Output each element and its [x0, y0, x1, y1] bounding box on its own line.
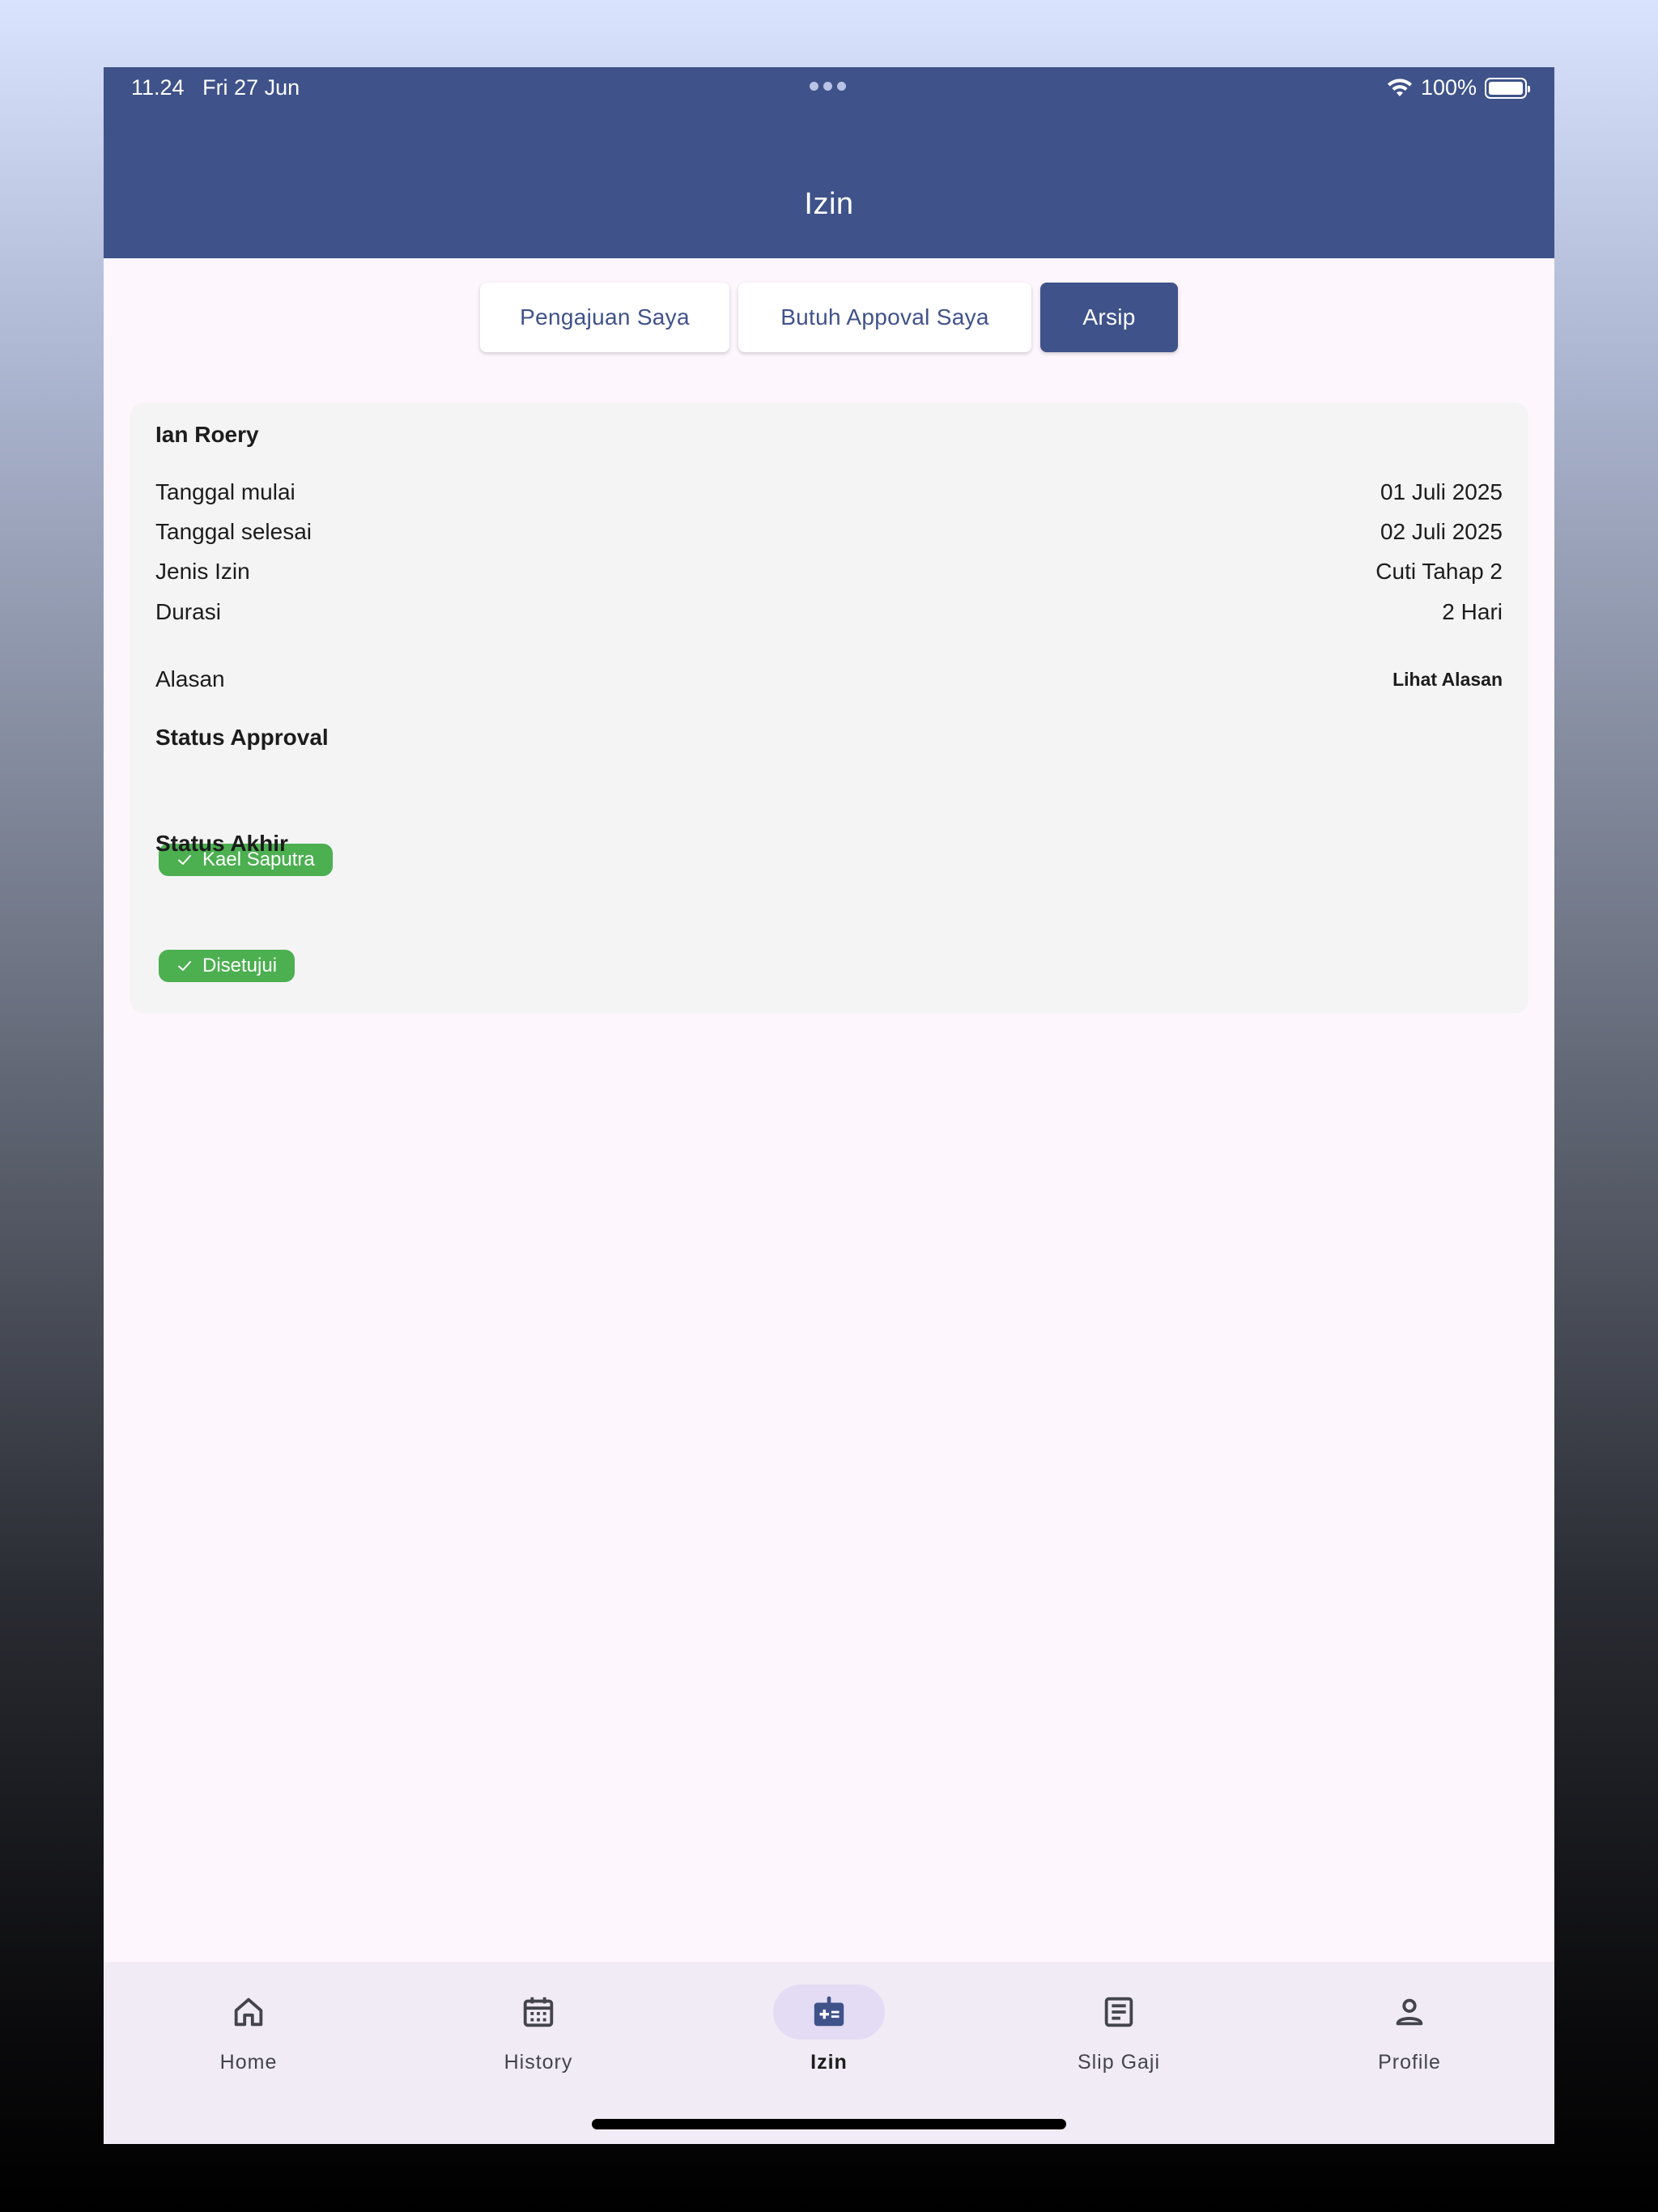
check-icon — [178, 961, 191, 971]
view-reason-button[interactable]: Lihat Alasan — [1392, 669, 1503, 691]
detail-row-leave-type: Jenis Izin Cuti Tahap 2 — [155, 559, 1503, 585]
detail-value: 01 Juli 2025 — [1380, 479, 1503, 504]
calendar-icon — [523, 1997, 554, 2027]
bottom-navigation: Home History Izin Slip Gaji Profile — [104, 1962, 1554, 2144]
final-status-text: Disetujui — [202, 955, 278, 976]
leave-request-card: Ian Roery Tanggal mulai 01 Juli 2025 Tan… — [130, 402, 1528, 1014]
detail-label: Tanggal mulai — [155, 479, 295, 504]
wifi-icon — [1387, 78, 1412, 96]
final-status-chip: Disetujui — [159, 950, 295, 982]
page-title: Izin — [804, 187, 854, 221]
detail-label: Durasi — [155, 599, 221, 624]
app-header: 11.24 Fri 27 Jun 100% Izin — [104, 67, 1554, 258]
detail-label: Jenis Izin — [155, 559, 250, 584]
detail-row-duration: Durasi 2 Hari — [155, 599, 1503, 625]
multitasking-dots-icon[interactable] — [810, 82, 846, 91]
nav-label: History — [504, 2051, 573, 2074]
status-bar-right: 100% — [1387, 75, 1530, 100]
person-icon — [1396, 1998, 1423, 2026]
status-time: 11.24 — [131, 75, 185, 100]
nav-label: Home — [219, 2051, 278, 2074]
nav-label: Izin — [810, 2051, 848, 2074]
document-icon — [1104, 1997, 1133, 2027]
status-date: Fri 27 Jun — [202, 75, 300, 100]
detail-value: 02 Juli 2025 — [1380, 519, 1503, 544]
approval-status-title: Status Approval — [155, 725, 329, 750]
tab-butuh-approval-saya[interactable]: Butuh Appoval Saya — [738, 283, 1031, 352]
battery-percentage: 100% — [1420, 75, 1477, 100]
employee-name: Ian Roery — [155, 422, 259, 447]
tab-bar: Pengajuan Saya Butuh Appoval Saya Arsip — [104, 283, 1554, 352]
nav-label: Profile — [1378, 2051, 1441, 2074]
detail-row-end-date: Tanggal selesai 02 Juli 2025 — [155, 519, 1503, 545]
reason-label: Alasan — [155, 666, 225, 691]
home-icon — [234, 1997, 263, 2027]
nav-item-profile[interactable]: Profile — [1329, 1984, 1490, 2074]
home-indicator[interactable] — [592, 2119, 1066, 2129]
final-status-title: Status Akhir — [155, 831, 288, 856]
nav-item-home[interactable]: Home — [168, 1984, 329, 2074]
nav-item-slip-gaji[interactable]: Slip Gaji — [1038, 1984, 1200, 2074]
detail-row-start-date: Tanggal mulai 01 Juli 2025 — [155, 479, 1503, 505]
detail-value: Cuti Tahap 2 — [1375, 559, 1503, 584]
nav-item-izin[interactable]: Izin — [748, 1984, 910, 2074]
status-bar-time: 11.24 Fri 27 Jun — [131, 75, 300, 100]
medical-bag-icon — [814, 1996, 844, 2027]
detail-label: Tanggal selesai — [155, 519, 312, 544]
tab-pengajuan-saya[interactable]: Pengajuan Saya — [480, 283, 729, 352]
battery-icon — [1485, 77, 1530, 99]
nav-item-history[interactable]: History — [457, 1984, 619, 2074]
tab-arsip[interactable]: Arsip — [1040, 283, 1178, 352]
nav-label: Slip Gaji — [1077, 2051, 1161, 2074]
detail-value: 2 Hari — [1442, 599, 1503, 624]
detail-row-reason: Alasan Lihat Alasan — [155, 666, 1503, 692]
app-screen: 11.24 Fri 27 Jun 100% Izin Pengajuan Say… — [104, 67, 1554, 2144]
